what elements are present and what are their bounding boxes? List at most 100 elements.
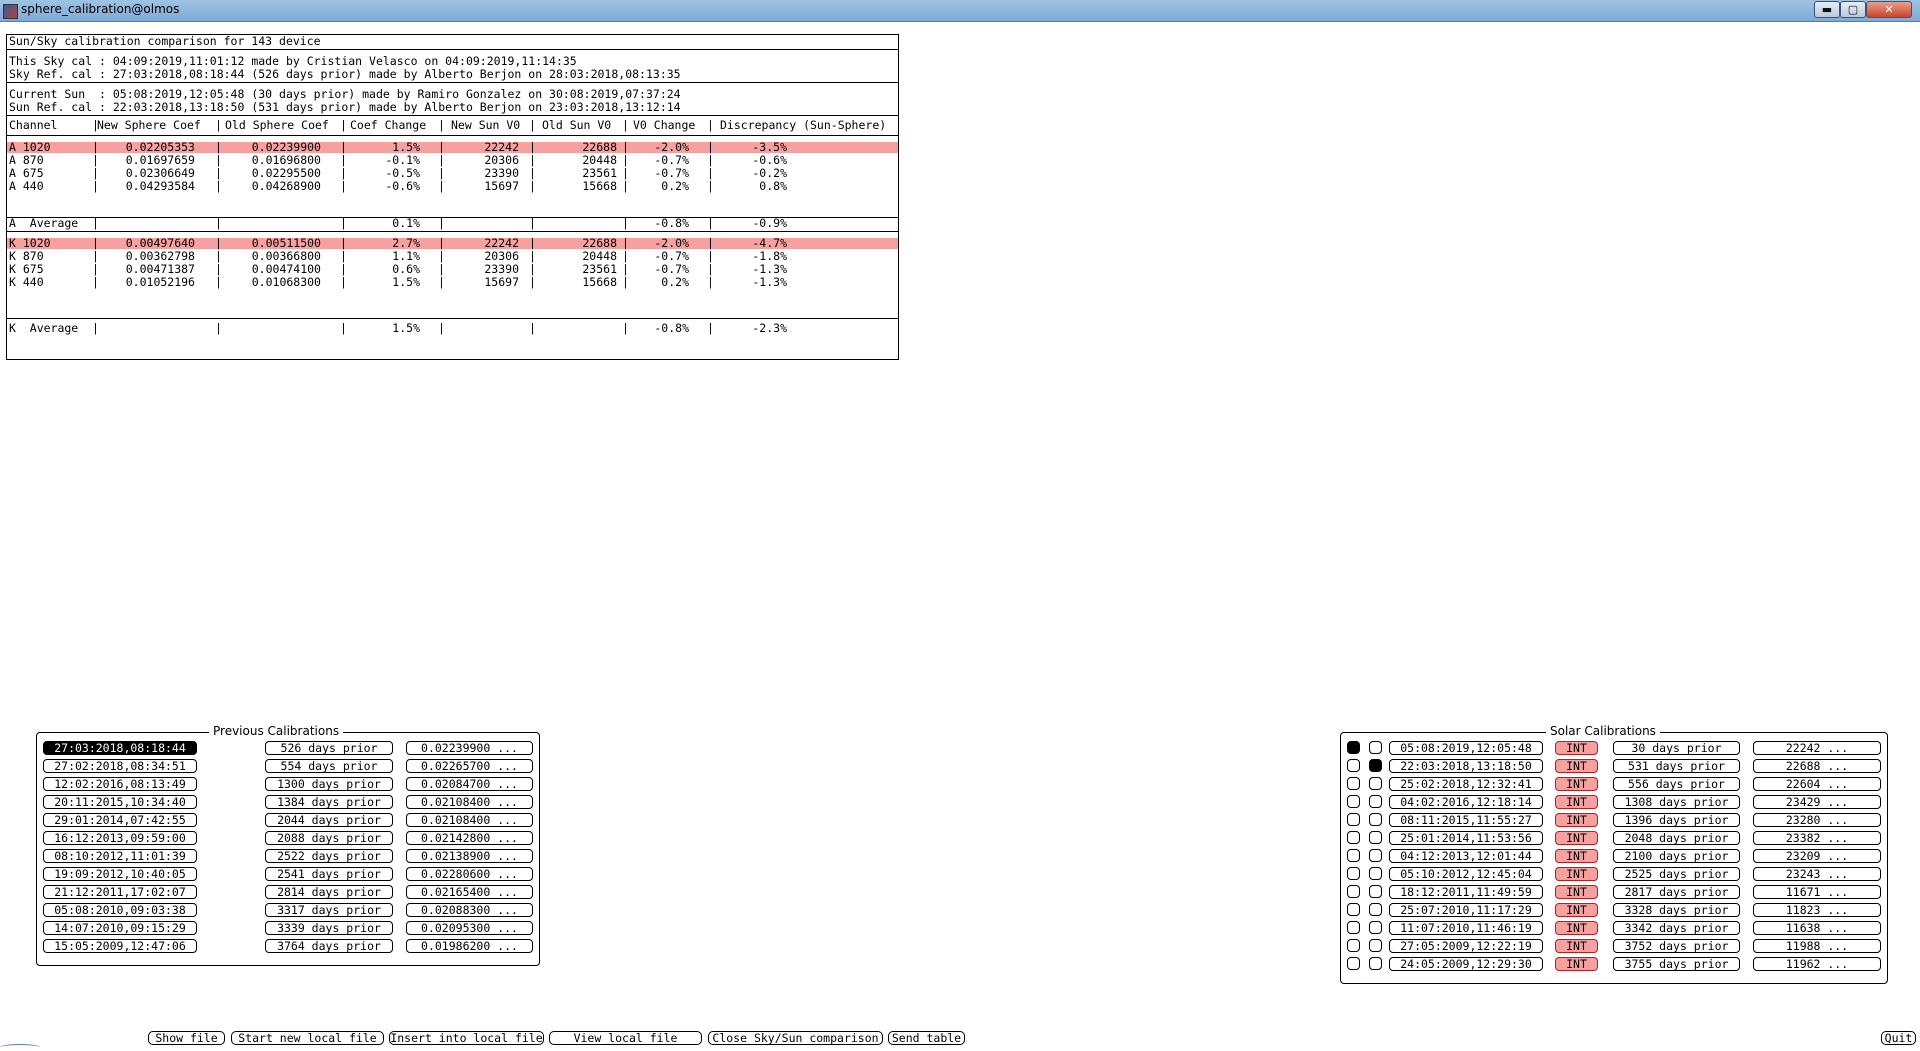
previous-cal-coef[interactable]: 0.02142800 ... [406,831,533,845]
previous-cal-coef[interactable]: 0.02084700 ... [406,777,533,791]
current-sun-radio[interactable] [1347,867,1360,880]
solar-cal-v0[interactable]: 11671 ... [1753,885,1881,899]
previous-cal-prior[interactable]: 2814 days prior [265,885,393,899]
current-sun-radio[interactable] [1347,777,1360,790]
previous-cal-coef[interactable]: 0.02165400 ... [406,885,533,899]
quit-button[interactable]: Quit [1881,1031,1916,1045]
solar-cal-prior[interactable]: 3752 days prior [1613,939,1740,953]
reference-sun-radio[interactable] [1369,831,1382,844]
solar-cal-date[interactable]: 04:02:2016,12:18:14 [1389,795,1543,809]
reference-sun-radio[interactable] [1369,741,1382,754]
window-titlebar[interactable]: sphere_calibration@olmos ▬ ▢ ✕ [0,0,1920,22]
reference-sun-radio[interactable] [1369,795,1382,808]
previous-cal-date[interactable]: 14:07:2010,09:15:29 [43,921,197,935]
insert-into-local-file-button[interactable]: Insert into local file [389,1031,544,1045]
previous-cal-date[interactable]: 29:01:2014,07:42:55 [43,813,197,827]
previous-cal-coef[interactable]: 0.02239900 ... [406,741,533,755]
current-sun-radio[interactable] [1347,903,1360,916]
show-file-button[interactable]: Show file [148,1031,225,1045]
start-new-local-file-button[interactable]: Start new local file [231,1031,384,1045]
reference-sun-radio[interactable] [1369,957,1382,970]
solar-cal-date[interactable]: 25:01:2014,11:53:56 [1389,831,1543,845]
previous-cal-date[interactable]: 21:12:2011,17:02:07 [43,885,197,899]
solar-cal-v0[interactable]: 23243 ... [1753,867,1881,881]
previous-cal-coef[interactable]: 0.02280600 ... [406,867,533,881]
solar-cal-prior[interactable]: 2817 days prior [1613,885,1740,899]
reference-sun-radio[interactable] [1369,777,1382,790]
previous-cal-coef[interactable]: 0.02108400 ... [406,813,533,827]
solar-cal-prior[interactable]: 1396 days prior [1613,813,1740,827]
solar-cal-v0[interactable]: 23280 ... [1753,813,1881,827]
solar-cal-date[interactable]: 04:12:2013,12:01:44 [1389,849,1543,863]
solar-cal-prior[interactable]: 30 days prior [1613,741,1740,755]
solar-cal-date[interactable]: 22:03:2018,13:18:50 [1389,759,1543,773]
solar-cal-prior[interactable]: 1308 days prior [1613,795,1740,809]
previous-cal-coef[interactable]: 0.02095300 ... [406,921,533,935]
previous-cal-prior[interactable]: 526 days prior [265,741,393,755]
current-sun-radio[interactable] [1347,849,1360,862]
solar-cal-date[interactable]: 24:05:2009,12:29:30 [1389,957,1543,971]
previous-cal-coef[interactable]: 0.02088300 ... [406,903,533,917]
solar-cal-v0[interactable]: 11988 ... [1753,939,1881,953]
previous-cal-prior[interactable]: 3764 days prior [265,939,393,953]
solar-cal-v0[interactable]: 11962 ... [1753,957,1881,971]
solar-cal-prior[interactable]: 556 days prior [1613,777,1740,791]
solar-cal-prior[interactable]: 3342 days prior [1613,921,1740,935]
previous-cal-date[interactable]: 15:05:2009,12:47:06 [43,939,197,953]
previous-cal-prior[interactable]: 1300 days prior [265,777,393,791]
previous-cal-date[interactable]: 27:03:2018,08:18:44 [43,741,197,755]
previous-cal-prior[interactable]: 2044 days prior [265,813,393,827]
reference-sun-radio[interactable] [1369,903,1382,916]
previous-cal-prior[interactable]: 3339 days prior [265,921,393,935]
current-sun-radio[interactable] [1347,921,1360,934]
previous-cal-prior[interactable]: 1384 days prior [265,795,393,809]
current-sun-radio[interactable] [1347,741,1360,754]
previous-cal-coef[interactable]: 0.02138900 ... [406,849,533,863]
reference-sun-radio[interactable] [1369,849,1382,862]
solar-cal-v0[interactable]: 22688 ... [1753,759,1881,773]
previous-cal-prior[interactable]: 2088 days prior [265,831,393,845]
solar-cal-date[interactable]: 18:12:2011,11:49:59 [1389,885,1543,899]
solar-cal-prior[interactable]: 3328 days prior [1613,903,1740,917]
current-sun-radio[interactable] [1347,759,1360,772]
solar-cal-date[interactable]: 05:10:2012,12:45:04 [1389,867,1543,881]
current-sun-radio[interactable] [1347,885,1360,898]
send-table-button[interactable]: Send table [888,1031,965,1045]
previous-cal-prior[interactable]: 2522 days prior [265,849,393,863]
previous-cal-date[interactable]: 16:12:2013,09:59:00 [43,831,197,845]
previous-cal-prior[interactable]: 3317 days prior [265,903,393,917]
solar-cal-prior[interactable]: 2100 days prior [1613,849,1740,863]
current-sun-radio[interactable] [1347,939,1360,952]
solar-cal-date[interactable]: 11:07:2010,11:46:19 [1389,921,1543,935]
previous-cal-date[interactable]: 19:09:2012,10:40:05 [43,867,197,881]
reference-sun-radio[interactable] [1369,921,1382,934]
solar-cal-prior[interactable]: 2048 days prior [1613,831,1740,845]
maximize-button[interactable]: ▢ [1840,1,1866,18]
view-local-file-button[interactable]: View local file [549,1031,702,1045]
solar-cal-v0[interactable]: 11823 ... [1753,903,1881,917]
previous-cal-date[interactable]: 12:02:2016,08:13:49 [43,777,197,791]
solar-cal-date[interactable]: 08:11:2015,11:55:27 [1389,813,1543,827]
solar-cal-prior[interactable]: 3755 days prior [1613,957,1740,971]
previous-cal-date[interactable]: 20:11:2015,10:34:40 [43,795,197,809]
solar-cal-prior[interactable]: 531 days prior [1613,759,1740,773]
current-sun-radio[interactable] [1347,957,1360,970]
previous-cal-coef[interactable]: 0.02108400 ... [406,795,533,809]
solar-cal-v0[interactable]: 22604 ... [1753,777,1881,791]
reference-sun-radio[interactable] [1369,939,1382,952]
solar-cal-v0[interactable]: 23209 ... [1753,849,1881,863]
solar-cal-date[interactable]: 05:08:2019,12:05:48 [1389,741,1543,755]
solar-cal-v0[interactable]: 11638 ... [1753,921,1881,935]
solar-cal-v0[interactable]: 23382 ... [1753,831,1881,845]
close-window-button[interactable]: ✕ [1866,1,1912,18]
current-sun-radio[interactable] [1347,831,1360,844]
solar-cal-date[interactable]: 27:05:2009,12:22:19 [1389,939,1543,953]
previous-cal-date[interactable]: 27:02:2018,08:34:51 [43,759,197,773]
previous-cal-date[interactable]: 08:10:2012,11:01:39 [43,849,197,863]
reference-sun-radio[interactable] [1369,813,1382,826]
previous-cal-coef[interactable]: 0.02265700 ... [406,759,533,773]
current-sun-radio[interactable] [1347,813,1360,826]
solar-cal-date[interactable]: 25:07:2010,11:17:29 [1389,903,1543,917]
solar-cal-v0[interactable]: 22242 ... [1753,741,1881,755]
previous-cal-date[interactable]: 05:08:2010,09:03:38 [43,903,197,917]
